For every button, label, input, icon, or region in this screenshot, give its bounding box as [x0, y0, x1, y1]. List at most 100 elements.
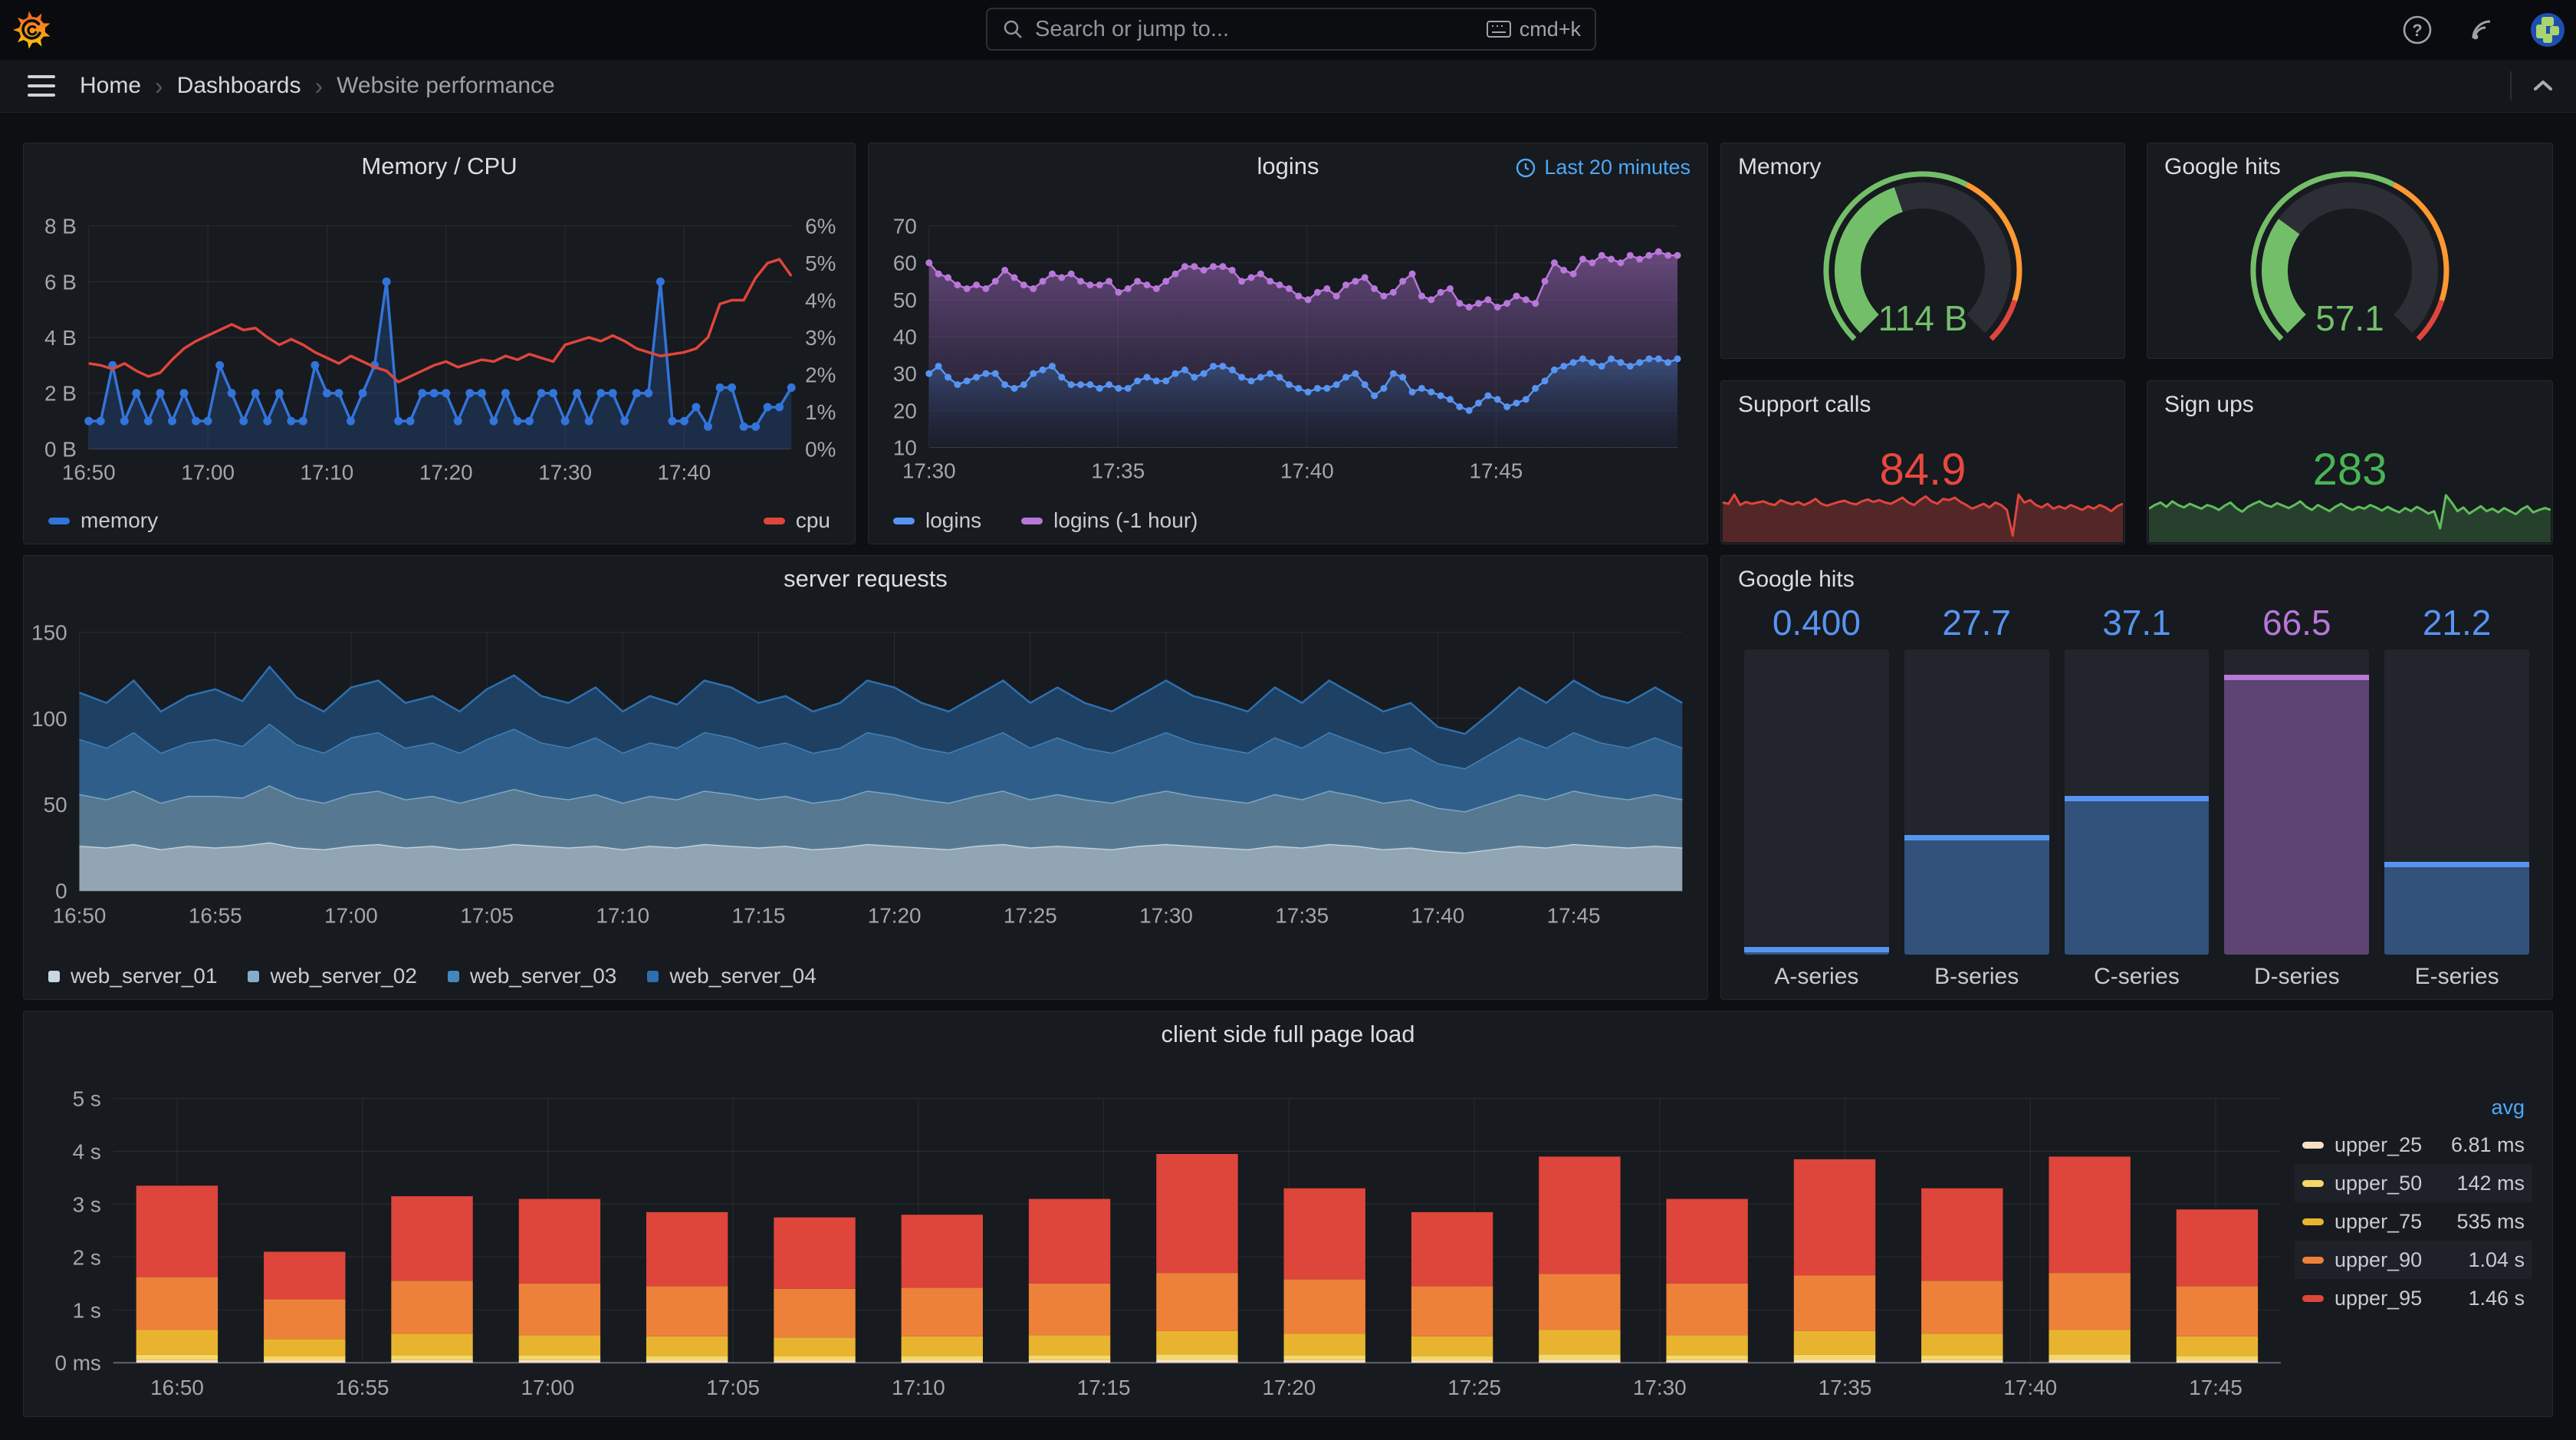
- svg-text:50: 50: [44, 793, 67, 817]
- legend-item-upper-95[interactable]: upper_95 1.46 s: [2295, 1279, 2532, 1317]
- svg-text:20: 20: [893, 399, 917, 422]
- svg-text:70: 70: [893, 215, 917, 238]
- svg-text:6 B: 6 B: [44, 270, 77, 294]
- chevron-right-icon: ›: [314, 71, 324, 100]
- svg-text:1 s: 1 s: [73, 1298, 101, 1322]
- legend-item-web-server-02[interactable]: web_server_02: [248, 964, 417, 988]
- bar-gauge-b-series[interactable]: 27.7 B-series: [1904, 602, 2049, 990]
- svg-text:40: 40: [893, 325, 917, 349]
- svg-text:10: 10: [893, 436, 917, 459]
- bar-gauge-d-series[interactable]: 66.5 D-series: [2224, 602, 2370, 990]
- memory-cpu-chart[interactable]: 16:50 17:00 17:10 17:20 17:30 17:40 8 B 6 B 4 B 2…: [24, 143, 855, 544]
- legend-item-upper-90[interactable]: upper_90 1.04 s: [2295, 1241, 2532, 1279]
- svg-text:8 B: 8 B: [44, 215, 77, 238]
- sign-ups-value: 283: [2312, 445, 2387, 495]
- panel-support-calls: Support calls 84.9: [1720, 380, 2125, 544]
- help-icon[interactable]: ?: [2401, 14, 2433, 46]
- bar-gauge: 0.400 A-series 27.7 B-series 37.1 C-seri…: [1744, 602, 2529, 990]
- svg-text:50: 50: [893, 288, 917, 312]
- svg-text:2%: 2%: [805, 363, 836, 386]
- svg-text:17:45: 17:45: [2189, 1376, 2242, 1399]
- grafana-logo-icon[interactable]: [12, 10, 52, 50]
- legend-item-web-server-03[interactable]: web_server_03: [447, 964, 616, 988]
- svg-text:5 s: 5 s: [73, 1087, 101, 1111]
- legend-swatch: [763, 517, 785, 524]
- support-calls-value: 84.9: [1879, 445, 1967, 495]
- legend-swatch: [48, 517, 70, 524]
- chevron-right-icon: ›: [155, 71, 163, 100]
- svg-text:17:10: 17:10: [892, 1376, 945, 1399]
- legend-swatch: [1021, 517, 1043, 524]
- panel-title[interactable]: Support calls: [1738, 392, 1871, 418]
- svg-text:17:15: 17:15: [732, 903, 786, 927]
- shortcut-hint: cmd+k: [1486, 18, 1581, 41]
- svg-text:17:25: 17:25: [1447, 1376, 1501, 1399]
- legend-avg-header[interactable]: avg: [2295, 1091, 2532, 1126]
- client-load-legend: avg upper_25 6.81 ms upper_50 142 ms upp…: [2295, 1091, 2532, 1317]
- legend-item-cpu[interactable]: cpu: [763, 508, 830, 533]
- svg-text:17:35: 17:35: [1819, 1376, 1872, 1399]
- google-hits-gauge: 57.1: [2250, 171, 2450, 341]
- menu-icon[interactable]: [28, 75, 55, 97]
- legend-swatch: [2302, 1179, 2324, 1187]
- legend-item-logins[interactable]: logins: [893, 508, 981, 533]
- memory-gauge: 114 B: [1823, 171, 2022, 341]
- legend-item-web-server-04[interactable]: web_server_04: [647, 964, 816, 988]
- svg-text:57.1: 57.1: [2315, 298, 2384, 338]
- legend-swatch: [2302, 1256, 2324, 1264]
- legend-swatch: [2302, 1218, 2324, 1225]
- panel-sign-ups: Sign ups 283: [2147, 380, 2553, 544]
- bar-gauge-e-series[interactable]: 21.2 E-series: [2384, 602, 2529, 990]
- svg-text:17:40: 17:40: [658, 460, 711, 484]
- legend-item-logins-1h[interactable]: logins (-1 hour): [1021, 508, 1198, 533]
- svg-text:150: 150: [31, 621, 67, 645]
- legend-swatch: [647, 970, 659, 982]
- svg-text:4%: 4%: [805, 289, 836, 313]
- svg-text:30: 30: [893, 362, 917, 386]
- panel-title[interactable]: Sign ups: [2164, 392, 2254, 418]
- legend-item-upper-75[interactable]: upper_75 535 ms: [2295, 1202, 2532, 1241]
- logins-chart[interactable]: 17:30 17:35 17:40 17:45 70 60 50 40 30 20 10: [869, 143, 1707, 544]
- bar-gauge-c-series[interactable]: 37.1 C-series: [2064, 602, 2210, 990]
- svg-text:17:15: 17:15: [1077, 1376, 1131, 1399]
- search-input[interactable]: Search or jump to... cmd+k: [986, 8, 1596, 51]
- keyboard-icon: [1486, 21, 1511, 38]
- client-load-chart[interactable]: 16:50 16:55 17:00 17:05 17:10 17:15 17:20 17:25…: [24, 1011, 2552, 1416]
- breadcrumb-home[interactable]: Home: [80, 73, 141, 99]
- legend-item-upper-50[interactable]: upper_50 142 ms: [2295, 1164, 2532, 1202]
- panel-server-requests: server requests 16:50 16:55 17:00 17:05 17:1…: [23, 555, 1708, 1000]
- svg-text:1%: 1%: [805, 400, 836, 424]
- legend-item-upper-25[interactable]: upper_25 6.81 ms: [2295, 1126, 2532, 1164]
- legend-item-web-server-01[interactable]: web_server_01: [48, 964, 217, 988]
- svg-text:4 B: 4 B: [44, 326, 77, 350]
- svg-text:17:10: 17:10: [596, 903, 649, 927]
- svg-text:16:55: 16:55: [336, 1376, 389, 1399]
- svg-text:16:50: 16:50: [53, 903, 107, 927]
- svg-text:17:00: 17:00: [324, 903, 378, 927]
- panel-memory-gauge: Memory 114 B: [1720, 143, 2125, 359]
- svg-text:100: 100: [31, 707, 67, 731]
- svg-text:17:45: 17:45: [1470, 459, 1523, 482]
- svg-text:17:40: 17:40: [2003, 1376, 2057, 1399]
- svg-text:17:20: 17:20: [419, 460, 473, 484]
- legend-swatch: [48, 970, 60, 982]
- panel-title[interactable]: Google hits: [1738, 567, 1855, 593]
- svg-text:17:25: 17:25: [1004, 903, 1057, 927]
- svg-text:17:40: 17:40: [1280, 459, 1334, 482]
- chevron-up-icon[interactable]: [2532, 78, 2555, 94]
- breadcrumb: Home › Dashboards › Website performance: [80, 60, 555, 112]
- breadcrumb-dashboards[interactable]: Dashboards: [177, 73, 301, 99]
- rss-news-icon[interactable]: [2466, 14, 2498, 46]
- avatar[interactable]: [2530, 12, 2565, 48]
- legend-item-memory[interactable]: memory: [48, 508, 158, 533]
- bar-gauge-a-series[interactable]: 0.400 A-series: [1744, 602, 1889, 990]
- svg-text:2 s: 2 s: [73, 1245, 101, 1269]
- svg-text:17:30: 17:30: [538, 460, 592, 484]
- svg-text:16:50: 16:50: [62, 460, 116, 484]
- svg-text:0: 0: [55, 879, 67, 902]
- svg-text:17:35: 17:35: [1091, 459, 1145, 482]
- server-requests-chart[interactable]: 16:50 16:55 17:00 17:05 17:10 17:15 17:20 17:25…: [24, 556, 1707, 999]
- svg-text:17:05: 17:05: [460, 903, 514, 927]
- svg-text:17:35: 17:35: [1275, 903, 1329, 927]
- svg-text:17:30: 17:30: [1633, 1376, 1687, 1399]
